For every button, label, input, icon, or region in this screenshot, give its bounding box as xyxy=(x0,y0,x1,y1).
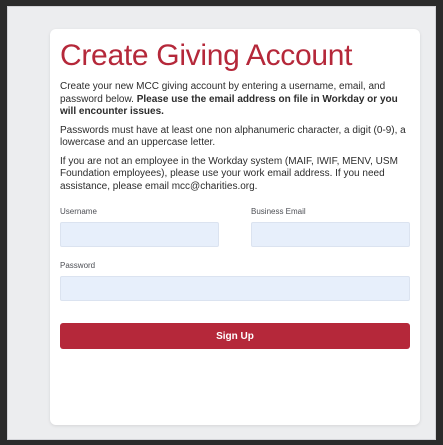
email-group: Business Email xyxy=(251,207,410,247)
business-email-label: Business Email xyxy=(251,207,306,216)
intro-text: Create your new MCC giving account by en… xyxy=(60,81,410,119)
username-group: Username xyxy=(60,207,219,247)
password-rules-text: Passwords must have at least one non alp… xyxy=(60,124,406,149)
page-background: Create Giving Account Create your new MC… xyxy=(7,6,436,440)
sign-up-button[interactable]: Sign Up xyxy=(60,323,410,349)
username-input[interactable] xyxy=(60,222,219,247)
signup-form: Username Business Email Password Sign Up xyxy=(60,207,410,349)
create-account-card: Create Giving Account Create your new MC… xyxy=(50,29,420,425)
page-title: Create Giving Account xyxy=(60,39,353,72)
non-employee-note: If you are not an employee in the Workda… xyxy=(60,155,398,192)
password-input[interactable] xyxy=(60,276,410,301)
business-email-input[interactable] xyxy=(251,222,410,247)
username-label: Username xyxy=(60,207,97,216)
password-label: Password xyxy=(60,261,96,270)
fields-row: Username Business Email xyxy=(60,207,410,247)
password-group: Password xyxy=(60,261,410,301)
